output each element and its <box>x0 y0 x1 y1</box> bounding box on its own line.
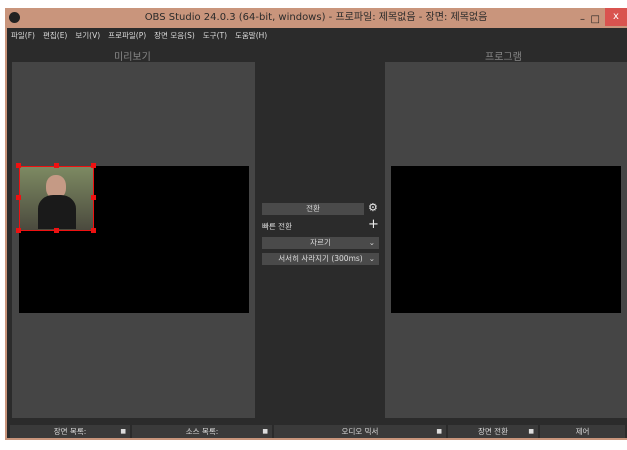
dock-title: 제어 <box>575 427 590 436</box>
menu-profile[interactable]: 프로파일(P) <box>108 30 146 41</box>
plus-icon[interactable]: + <box>368 217 379 232</box>
close-button[interactable]: x <box>605 8 627 26</box>
resize-handle[interactable] <box>54 228 59 233</box>
chevron-down-icon: ⌄ <box>368 254 375 263</box>
minimize-button[interactable]: – <box>580 10 585 30</box>
pin-icon[interactable]: ■ <box>528 425 534 438</box>
dropdown-value: 서서히 사라지기 (300ms) <box>278 254 363 263</box>
title-bar: OBS Studio 24.0.3 (64-bit, windows) - 프로… <box>5 8 627 28</box>
menu-view[interactable]: 보기(V) <box>75 30 100 41</box>
transition-button[interactable]: 전환 <box>262 203 364 215</box>
dock-controls[interactable]: 제어 <box>540 425 625 438</box>
resize-handle[interactable] <box>54 163 59 168</box>
cut-dropdown[interactable]: 자르기 ⌄ <box>262 237 379 249</box>
gear-icon[interactable]: ⚙ <box>368 201 378 214</box>
fade-dropdown[interactable]: 서서히 사라지기 (300ms) ⌄ <box>262 253 379 265</box>
program-label: 프로그램 <box>485 52 522 63</box>
pin-icon[interactable]: ■ <box>436 425 442 438</box>
dock-title: 소스 목록: <box>185 427 219 436</box>
pin-icon[interactable]: ■ <box>262 425 268 438</box>
menu-bar: 파일(F) 편집(E) 보기(V) 프로파일(P) 장면 모음(S) 도구(T)… <box>11 30 267 41</box>
maximize-button[interactable]: □ <box>591 10 600 30</box>
menu-tools[interactable]: 도구(T) <box>203 30 227 41</box>
menu-scene-collection[interactable]: 장면 모음(S) <box>154 30 195 41</box>
pin-icon[interactable]: ■ <box>120 425 126 438</box>
dock-audio-mixer[interactable]: 오디오 믹서 ■ <box>274 425 446 438</box>
resize-handle[interactable] <box>16 228 21 233</box>
obs-logo-icon <box>9 12 20 23</box>
dock-title: 장면 목록: <box>53 427 87 436</box>
webcam-source[interactable] <box>19 166 94 231</box>
person-body <box>38 195 76 229</box>
resize-handle[interactable] <box>91 228 96 233</box>
dock-scenes[interactable]: 장면 목록: ■ <box>10 425 130 438</box>
dropdown-value: 자르기 <box>310 238 331 247</box>
dock-title: 장면 전환 <box>478 427 508 436</box>
resize-handle[interactable] <box>16 195 21 200</box>
window-title: OBS Studio 24.0.3 (64-bit, windows) - 프로… <box>144 12 488 23</box>
menu-file[interactable]: 파일(F) <box>11 30 35 41</box>
menu-help[interactable]: 도움말(H) <box>235 30 267 41</box>
chevron-down-icon: ⌄ <box>368 238 375 247</box>
resize-handle[interactable] <box>16 163 21 168</box>
resize-handle[interactable] <box>91 163 96 168</box>
quick-transition-label: 빠른 전환 <box>262 222 292 231</box>
program-canvas <box>391 166 621 313</box>
dock-sources[interactable]: 소스 목록: ■ <box>132 425 272 438</box>
resize-handle[interactable] <box>91 195 96 200</box>
menu-edit[interactable]: 편집(E) <box>43 30 67 41</box>
dock-scene-transitions[interactable]: 장면 전환 ■ <box>448 425 538 438</box>
preview-label: 미리보기 <box>114 52 151 63</box>
dock-title: 오디오 믹서 <box>341 427 379 436</box>
